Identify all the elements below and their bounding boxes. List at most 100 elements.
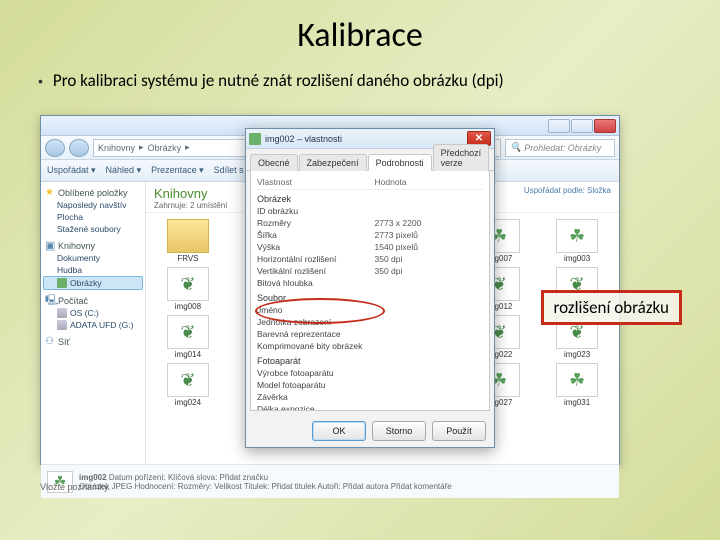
dialog-title: img002 – vlastnosti [265,134,342,144]
tab-předchozí verze[interactable]: Předchozí verze [433,144,490,171]
forward-button[interactable] [69,139,89,157]
property-row[interactable]: Rozměry2773 x 2200 [257,217,483,229]
notes-placeholder: Vložte poznámky. [40,482,110,492]
toolbar-item[interactable]: Náhled ▾ [106,165,142,176]
property-row[interactable]: Šířka2773 pixelů [257,229,483,241]
tab-body: Vlastnost Hodnota ObrázekID obrázkuRozmě… [250,171,490,411]
thumbnail-label: img024 [175,398,201,407]
property-key: Komprimované bity obrázek [257,341,375,351]
property-row[interactable]: Vertikální rozlišení350 dpi [257,265,483,277]
thumbnail[interactable]: ☘img003 [539,219,615,263]
property-key: Bitová hloubka [257,278,375,288]
dpi-highlight-ellipse [255,298,385,324]
thumbnail-label: img031 [564,398,590,407]
minimize-button[interactable] [548,119,570,133]
sidebar-network-header[interactable]: ⚇Síť [45,337,143,347]
apply-button[interactable]: Použít [432,421,486,441]
property-row[interactable]: Výška1540 pixelů [257,241,483,253]
property-value [375,317,483,327]
property-key: Model fotoaparátu [257,380,375,390]
thumbnail[interactable]: FRVS [150,219,226,263]
slide-title: Kalibrace [30,15,690,56]
sidebar-item-music[interactable]: Hudba [43,264,143,276]
property-value [375,305,483,315]
property-row[interactable]: Závěrka [257,391,483,403]
property-value: 1540 pixelů [375,242,483,252]
property-row[interactable]: Délka expozice [257,403,483,411]
property-group-title: Obrázek [257,194,483,204]
breadcrumb[interactable]: Obrázky [148,143,182,153]
back-button[interactable] [45,139,65,157]
tab-zabezpečení[interactable]: Zabezpečení [299,154,367,171]
sidebar-item-pictures[interactable]: Obrázky [43,276,143,290]
property-key: Délka expozice [257,404,375,411]
maximize-button[interactable] [571,119,593,133]
property-value [375,404,483,411]
image-icon [249,133,261,145]
bullet-dot: • [38,70,43,92]
library-icon: ▣ [45,241,55,251]
property-value [375,380,483,390]
annotation-box: rozlišení obrázku [541,290,682,325]
property-row[interactable]: ID obrázku [257,205,483,217]
bullet-item: • Pro kalibraci systému je nutné znát ro… [30,70,690,92]
sidebar-item-documents[interactable]: Dokumenty [43,252,143,264]
property-key: Šířka [257,230,375,240]
tabs: ObecnéZabezpečeníPodrobnostiPředchozí ve… [246,149,494,171]
thumbnail-label: img014 [175,350,201,359]
property-value: 2773 pixelů [375,230,483,240]
close-button[interactable] [594,119,616,133]
sidebar-item-downloads[interactable]: Stažené soubory [43,223,143,235]
clover-icon: ☘ [556,363,598,397]
sort-menu[interactable]: Uspořádat podle: Složka [524,186,611,195]
property-row[interactable]: Barevná reprezentace [257,328,483,340]
property-row[interactable]: Model fotoaparátu [257,379,483,391]
toolbar-item[interactable]: Uspořádat ▾ [47,165,96,176]
property-key: ID obrázku [257,206,375,216]
property-value [375,329,483,339]
chevron-right-icon: ▸ [139,142,144,153]
property-value [375,278,483,288]
sidebar-libraries-header[interactable]: ▣Knihovny [45,241,143,251]
property-key: Závěrka [257,392,375,402]
ok-button[interactable]: OK [312,421,366,441]
sidebar: ★Oblíbené položky Naposledy navštív Ploc… [41,182,146,464]
breadcrumb[interactable]: Knihovny [98,143,135,153]
cancel-button[interactable]: Storno [372,421,426,441]
thumbnail[interactable]: ❦img024 [150,363,226,407]
chevron-right-icon: ▸ [185,142,190,153]
property-value: 350 dpi [375,254,483,264]
thumbnail[interactable]: ❦img014 [150,315,226,359]
property-row[interactable]: Bitová hloubka [257,277,483,289]
thumbnail-label: img008 [175,302,201,311]
sidebar-computer-header[interactable]: 🖳Počítač [45,296,143,306]
property-row[interactable]: Komprimované bity obrázek [257,340,483,352]
property-group-title: Fotoaparát [257,356,483,366]
tab-podrobnosti[interactable]: Podrobnosti [368,154,432,171]
library-subtitle[interactable]: Zahrnuje: 2 umístění [154,201,227,210]
property-row[interactable]: Horizontální rozlišení350 dpi [257,253,483,265]
thumbnail[interactable]: ❦img008 [150,267,226,311]
library-title: Knihovny [154,186,227,201]
property-value [375,206,483,216]
sidebar-item-recent[interactable]: Naposledy navštív [43,199,143,211]
disk-icon [57,320,67,330]
sidebar-item-usbdisk[interactable]: ADATA UFD (G:) [43,319,143,331]
toolbar-item[interactable]: Prezentace ▾ [151,165,204,176]
thumbnail-label: FRVS [177,254,198,263]
property-value: 2773 x 2200 [375,218,483,228]
search-input[interactable]: 🔍 Prohledat: Obrázky [505,139,615,157]
property-value: 350 dpi [375,266,483,276]
bullet-text: Pro kalibraci systému je nutné znát rozl… [53,70,504,91]
sidebar-item-osdisk[interactable]: OS (C:) [43,307,143,319]
thumbnail[interactable]: ☘img031 [539,363,615,407]
property-key: Vertikální rozlišení [257,266,375,276]
tab-obecné[interactable]: Obecné [250,154,298,171]
sidebar-favorites-header[interactable]: ★Oblíbené položky [45,188,143,198]
star-icon: ★ [45,188,55,198]
property-key: Výrobce fotoaparátu [257,368,375,378]
sidebar-item-desktop[interactable]: Plocha [43,211,143,223]
leaf-icon: ❦ [167,267,209,301]
property-value [375,392,483,402]
property-row[interactable]: Výrobce fotoaparátu [257,367,483,379]
